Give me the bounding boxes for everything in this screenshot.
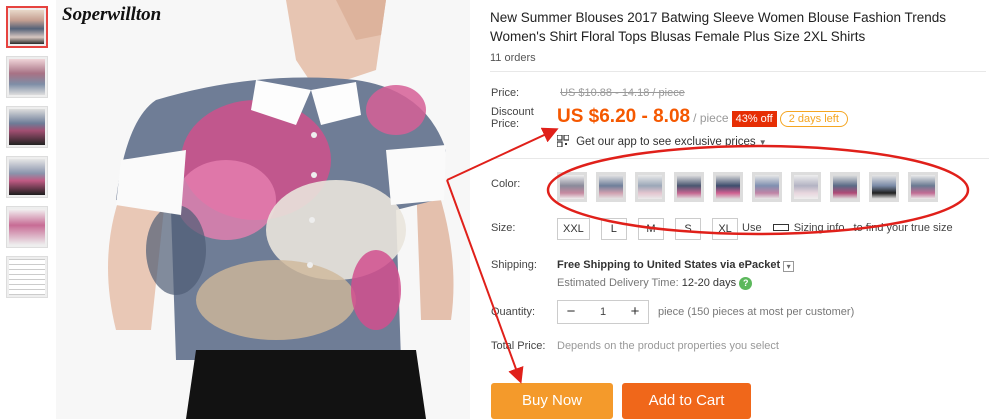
shipping-label: Shipping: — [491, 259, 537, 271]
size-option-xl[interactable]: XL — [712, 218, 739, 240]
color-label: Color: — [491, 178, 521, 190]
total-label: Total Price: — [491, 340, 546, 352]
decrease-button[interactable]: − — [558, 301, 584, 323]
color-swatch[interactable] — [869, 172, 899, 202]
size-option-l[interactable]: L — [600, 218, 627, 240]
quantity-stepper: − 1 + — [557, 300, 649, 324]
quantity-input[interactable]: 1 — [584, 306, 622, 318]
product-info-panel: New Summer Blouses 2017 Batwing Sleeve W… — [490, 0, 990, 72]
main-product-image — [56, 0, 470, 419]
thumbnail-2[interactable] — [6, 56, 48, 98]
original-price: US $10.88 - 14.18 / piece — [560, 87, 685, 99]
color-swatch[interactable] — [635, 172, 665, 202]
thumbnail-3[interactable] — [6, 106, 48, 148]
size-option-xxl[interactable]: XXL — [557, 218, 590, 240]
chevron-down-icon: ▼ — [758, 138, 767, 147]
qr-code-icon — [557, 135, 569, 147]
order-count: 11 orders — [490, 52, 536, 64]
add-to-cart-button[interactable]: Add to Cart — [622, 383, 751, 419]
size-options: XXL L M S XL — [557, 218, 746, 240]
app-promo-link[interactable]: Get our app to see exclusive prices ▼ — [557, 135, 767, 148]
blouse-illustration — [56, 0, 470, 419]
delivery-time: 12-20 days — [681, 277, 737, 289]
increase-button[interactable]: + — [622, 301, 648, 323]
thumbnail-list — [6, 6, 50, 306]
discount-label: Discount Price: — [491, 106, 534, 130]
discount-label-line2: Price: — [491, 118, 520, 130]
chevron-down-icon[interactable]: ▾ — [783, 261, 795, 272]
color-swatch[interactable] — [908, 172, 938, 202]
size-option-s[interactable]: S — [674, 218, 701, 240]
color-swatch[interactable] — [596, 172, 626, 202]
buy-now-button[interactable]: Buy Now — [491, 383, 613, 419]
divider — [491, 158, 989, 159]
color-swatch[interactable] — [791, 172, 821, 202]
sizing-suffix: to find your true size — [853, 222, 953, 234]
days-left-badge: 2 days left — [779, 111, 848, 127]
price-label: Price: — [491, 87, 520, 99]
sizing-info-row: Use Sizing info to find your true size — [742, 222, 953, 235]
discount-price: US $6.20 - 8.08 — [557, 106, 691, 127]
shipping-method[interactable]: Free Shipping to United States via ePack… — [557, 259, 780, 271]
discount-price-row: US $6.20 - 8.08 / piece 43% off 2 days l… — [557, 106, 848, 128]
color-swatch[interactable] — [674, 172, 704, 202]
color-swatch-list — [557, 172, 947, 205]
divider — [490, 71, 986, 72]
price-unit: / piece — [693, 111, 729, 125]
delivery-row: Estimated Delivery Time: 12-20 days ? — [557, 277, 753, 290]
color-swatch[interactable] — [713, 172, 743, 202]
discount-label-line1: Discount — [491, 106, 534, 118]
color-swatch[interactable] — [830, 172, 860, 202]
quantity-label: Quantity: — [491, 306, 536, 318]
app-promo-label: Get our app to see exclusive prices — [576, 136, 756, 148]
total-text: Depends on the product properties you se… — [557, 340, 779, 352]
price-row: Price: US $10.88 - 14.18 / piece — [491, 87, 685, 99]
brand-watermark: Soperwillton — [62, 4, 162, 25]
size-option-m[interactable]: M — [637, 218, 664, 240]
thumbnail-5[interactable] — [6, 206, 48, 248]
color-swatch[interactable] — [752, 172, 782, 202]
help-icon[interactable]: ? — [739, 277, 753, 290]
size-label: Size: — [491, 222, 516, 234]
color-swatch[interactable] — [557, 172, 587, 202]
discount-badge: 43% off — [731, 111, 777, 127]
delivery-label: Estimated Delivery Time: — [557, 277, 679, 289]
shipping-row: Free Shipping to United States via ePack… — [557, 259, 795, 272]
thumbnail-size-chart[interactable] — [6, 256, 48, 298]
product-title: New Summer Blouses 2017 Batwing Sleeve W… — [490, 10, 946, 44]
quantity-note: piece (150 pieces at most per customer) — [658, 306, 855, 318]
thumbnail-1[interactable] — [6, 6, 48, 48]
use-text: Use — [742, 222, 762, 234]
thumbnail-4[interactable] — [6, 156, 48, 198]
sizing-info-link[interactable]: Sizing info — [794, 222, 845, 235]
ruler-icon — [772, 224, 789, 231]
